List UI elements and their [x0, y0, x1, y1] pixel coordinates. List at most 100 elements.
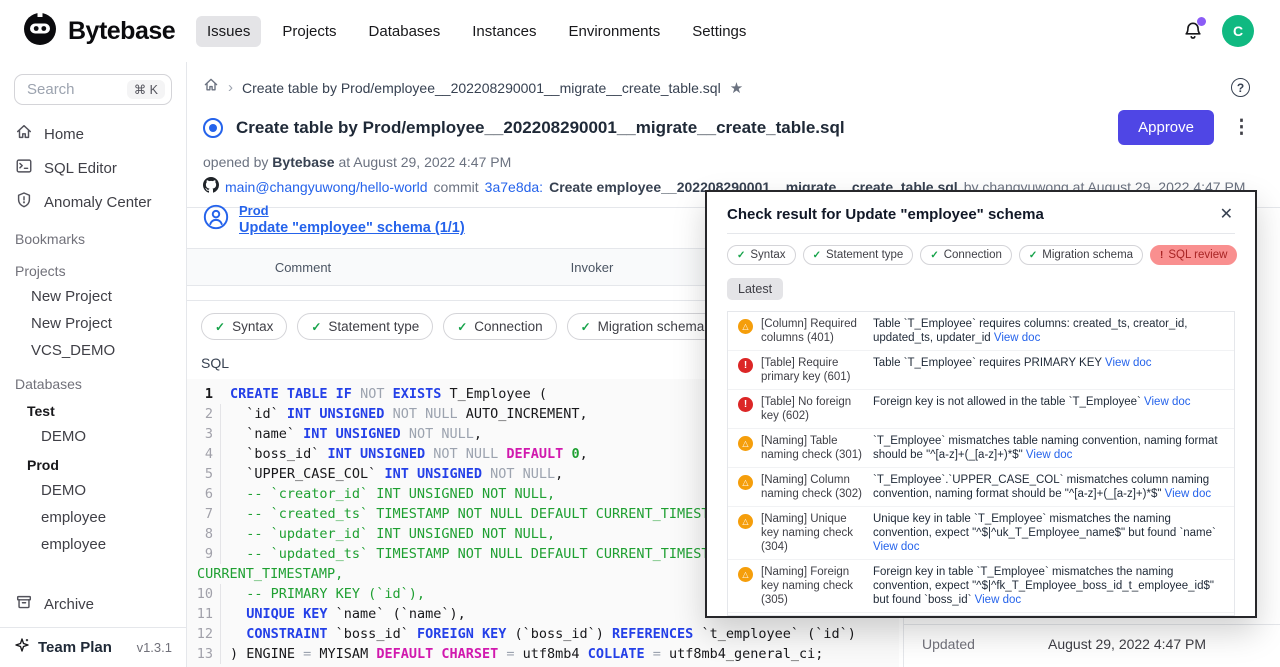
nav-issues[interactable]: Issues	[196, 16, 261, 47]
issue-opener: Bytebase	[272, 154, 334, 170]
check-pill-syntax[interactable]: ✓Syntax	[727, 245, 796, 265]
sidebar-env-test[interactable]: Test	[0, 396, 186, 423]
check-result-row: △[Naming] Column naming check (302)`T_Em…	[728, 468, 1234, 507]
bookmark-star-icon[interactable]: ★	[730, 79, 743, 97]
warning-icon: △	[738, 436, 753, 451]
view-doc-link[interactable]: View doc	[1144, 396, 1190, 408]
nav-settings[interactable]: Settings	[681, 16, 757, 47]
line-number: 13	[187, 644, 221, 664]
view-doc-link[interactable]: View doc	[1165, 488, 1211, 500]
check-pill-label: Connection	[474, 319, 542, 334]
view-doc-link[interactable]: View doc	[975, 594, 1021, 606]
sidebar-db-demo[interactable]: DEMO	[0, 423, 186, 450]
sidebar-env-prod[interactable]: Prod	[0, 450, 186, 477]
nav-instances[interactable]: Instances	[461, 16, 547, 47]
search-input[interactable]: Search ⌘ K	[14, 74, 172, 105]
check-icon: ✓	[1029, 250, 1037, 261]
check-pill-connection[interactable]: ✓ Connection	[920, 245, 1012, 265]
nav-databases[interactable]: Databases	[358, 16, 452, 47]
issue-header: Create table by Prod/employee__202208290…	[187, 104, 1280, 145]
nav-projects[interactable]: Projects	[271, 16, 347, 47]
sidebar-project-vcs-demo[interactable]: VCS_DEMO	[0, 337, 186, 364]
sidebar-project-new-project[interactable]: New Project	[0, 283, 186, 310]
shield-icon	[15, 191, 33, 213]
terminal-icon	[15, 157, 33, 179]
sidebar-db-employee[interactable]: employee	[0, 531, 186, 558]
check-icon: ✓	[215, 320, 225, 334]
code-text: -- `created_ts` TIMESTAMP NOT NULL DEFAU…	[230, 504, 742, 524]
check-rule-name: [Naming] Column naming check (302)	[761, 473, 865, 501]
brand[interactable]: Bytebase	[22, 11, 196, 52]
view-doc-link[interactable]: View doc	[873, 541, 919, 553]
sidebar-item-home[interactable]: Home	[0, 117, 186, 151]
breadcrumb-title[interactable]: Create table by Prod/employee__202208290…	[242, 80, 721, 96]
line-number: 6	[187, 484, 221, 504]
sidebar: Search ⌘ K Home SQL Editor Anomaly Cente…	[0, 62, 187, 667]
search-placeholder: Search	[27, 81, 127, 98]
line-number: 10	[187, 584, 221, 604]
line-number: 11	[187, 604, 221, 624]
code-text: `UPPER_CASE_COL` INT UNSIGNED NOT NULL,	[230, 464, 563, 484]
latest-button[interactable]: Latest	[727, 278, 783, 300]
nav-environments[interactable]: Environments	[557, 16, 671, 47]
line-number: 2	[187, 404, 221, 424]
sidebar-item-sql-editor[interactable]: SQL Editor	[0, 151, 186, 185]
view-doc-link[interactable]: View doc	[994, 332, 1040, 344]
error-icon: !	[738, 358, 753, 373]
sidebar-item-anomaly-center[interactable]: Anomaly Center	[0, 185, 186, 219]
code-line: 13) ENGINE = MYISAM DEFAULT CHARSET = ut…	[187, 644, 899, 664]
bytebase-logo-icon	[22, 11, 58, 52]
check-pill-sql-review[interactable]: !SQL review	[1150, 245, 1237, 265]
kebab-menu-icon[interactable]: ⋮	[1227, 116, 1256, 139]
check-pill-statement-type[interactable]: ✓Statement type	[803, 245, 914, 265]
code-text: `boss_id` INT UNSIGNED NOT NULL DEFAULT …	[230, 444, 588, 464]
code-text: CURRENT_TIMESTAMP,	[187, 564, 343, 584]
stage-env-link[interactable]: Prod	[239, 203, 465, 218]
plan-name[interactable]: Team Plan	[38, 639, 112, 656]
avatar[interactable]: C	[1222, 15, 1254, 47]
check-icon: ✓	[311, 320, 321, 334]
line-number: 4	[187, 444, 221, 464]
check-pill-label: Syntax	[750, 249, 785, 261]
sidebar-db-employee[interactable]: employee	[0, 504, 186, 531]
breadcrumb-chevron: ›	[228, 79, 233, 96]
assignee-person-icon	[203, 204, 229, 235]
line-number: 3	[187, 424, 221, 444]
check-rule-name: [Naming] Table naming check (301)	[761, 434, 865, 462]
warning-icon: △	[738, 567, 753, 582]
check-pill-statement-type[interactable]: ✓ Statement type	[297, 313, 433, 340]
check-rule-name: [Table] Require primary key (601)	[761, 356, 865, 384]
check-result-row: "CREATE TABLE IF NOT EXISTS T_Employee (…	[728, 613, 1234, 616]
sidebar-db-demo[interactable]: DEMO	[0, 477, 186, 504]
check-result-row: △[Naming] Unique key naming check (304)U…	[728, 507, 1234, 560]
check-pill-label: SQL review	[1168, 249, 1227, 261]
check-rule-name: [Table] No foreign key (602)	[761, 395, 865, 423]
stage-task-link[interactable]: Update "employee" schema (1/1)	[239, 220, 465, 236]
close-icon[interactable]: ✕	[1218, 204, 1235, 224]
check-pill-label: Connection	[944, 249, 1002, 261]
check-pill-connection[interactable]: ✓Connection	[443, 313, 556, 340]
sidebar-item-label: Anomaly Center	[44, 194, 152, 211]
check-result-dialog: Check result for Update "employee" schem…	[705, 190, 1257, 618]
check-pill-label: Statement type	[328, 319, 419, 334]
check-pill-migration-schema[interactable]: ✓Migration schema	[1019, 245, 1143, 265]
dialog-pills-row: ✓Syntax✓Statement type✓Connection✓Migrat…	[727, 245, 1235, 265]
help-icon[interactable]: ?	[1231, 78, 1250, 97]
check-icon: ✓	[813, 250, 821, 261]
line-number: 9	[187, 544, 221, 564]
view-doc-link[interactable]: View doc	[1105, 357, 1151, 369]
check-pill-syntax[interactable]: ✓Syntax	[201, 313, 287, 340]
check-icon: ✓	[930, 250, 938, 261]
sidebar-project-new-project[interactable]: New Project	[0, 310, 186, 337]
breadcrumb-home-icon[interactable]	[203, 77, 219, 98]
meta-updated-value: August 29, 2022 4:47 PM	[1048, 636, 1206, 652]
view-doc-link[interactable]: View doc	[1026, 449, 1072, 461]
check-description: Foreign key in table `T_Employee` mismat…	[873, 565, 1224, 607]
check-description: Unique key in table `T_Employee` mismatc…	[873, 512, 1224, 554]
meta-row-updated: Updated August 29, 2022 4:47 PM	[904, 625, 1280, 663]
check-pill-migration-schema[interactable]: ✓Migration schema	[567, 313, 719, 340]
approve-button[interactable]: Approve	[1118, 110, 1214, 145]
sidebar-item-archive[interactable]: Archive	[0, 587, 186, 621]
warning-icon: △	[738, 319, 753, 334]
notifications-bell-icon[interactable]	[1182, 20, 1204, 42]
